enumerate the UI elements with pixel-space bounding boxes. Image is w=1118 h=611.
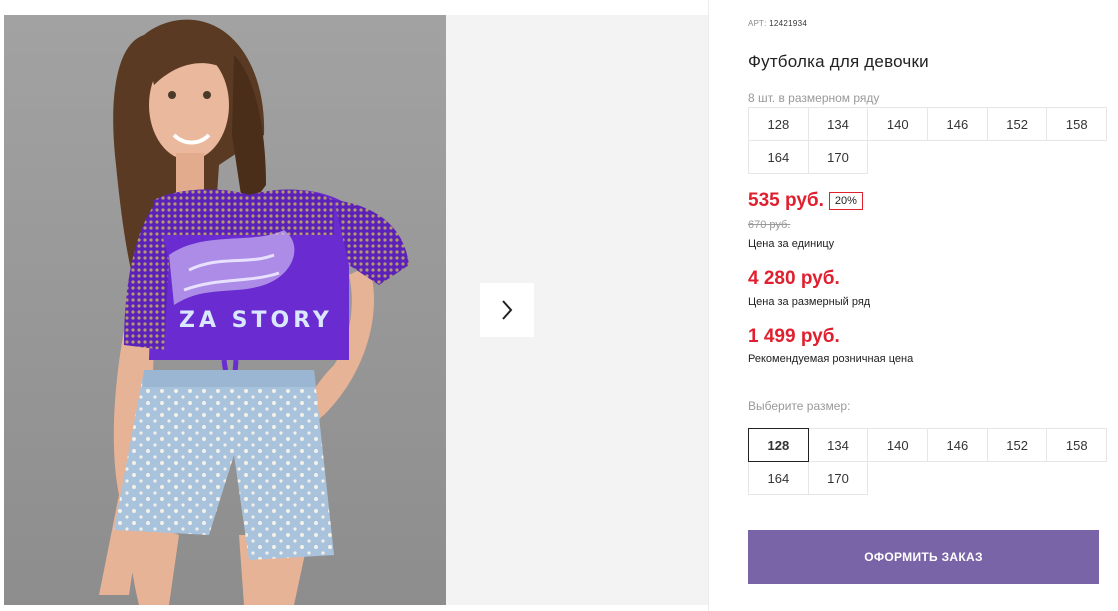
- pack-size-cell: 170: [807, 140, 869, 174]
- retail-price-label: Рекомендуемая розничная цена: [748, 353, 914, 365]
- pack-price-label: Цена за размерный ряд: [748, 296, 871, 308]
- pack-size-cell: 128: [748, 107, 809, 141]
- sku-value: 12421934: [769, 19, 808, 28]
- retail-price: 1 499 руб.: [748, 326, 840, 347]
- shirt-print-text: ZA STORY: [179, 308, 333, 333]
- size-option[interactable]: 158: [1046, 428, 1108, 462]
- chevron-right-icon: [502, 300, 513, 320]
- pack-price: 4 280 руб.: [748, 268, 840, 289]
- size-option[interactable]: 134: [807, 428, 869, 462]
- unit-price-label: Цена за единицу: [748, 238, 835, 250]
- pack-size-cell: 134: [807, 107, 869, 141]
- size-option[interactable]: 146: [927, 428, 988, 462]
- pack-size-cell: 140: [867, 107, 929, 141]
- unit-price-row: 535 руб. 20%: [748, 190, 863, 212]
- size-option[interactable]: 170: [807, 461, 869, 495]
- product-page: ZA STORY АРТ: 12421934 Футболка для дево…: [0, 0, 1118, 611]
- product-sku: АРТ: 12421934: [748, 19, 807, 28]
- product-photo[interactable]: ZA STORY: [4, 15, 446, 605]
- discount-badge: 20%: [828, 192, 863, 210]
- pack-size-cell: 152: [986, 107, 1048, 141]
- size-option-selected[interactable]: 128: [748, 428, 809, 462]
- pack-size-cell: 164: [748, 140, 809, 174]
- pack-size-cell: 146: [927, 107, 988, 141]
- old-price: 670 руб.: [748, 219, 791, 231]
- pack-sizes-grid: 128 134 140 146 152 158 164 170: [748, 107, 1108, 174]
- panel-divider: [708, 0, 709, 611]
- product-gallery: ZA STORY: [0, 0, 708, 611]
- size-option[interactable]: 164: [748, 461, 809, 495]
- choose-size-label: Выберите размер:: [748, 399, 851, 413]
- unit-price: 535 руб.: [748, 190, 824, 211]
- sku-prefix: АРТ:: [748, 19, 767, 28]
- pack-label: 8 шт. в размерном ряду: [748, 91, 880, 105]
- size-option[interactable]: 152: [986, 428, 1048, 462]
- product-title: Футболка для девочки: [748, 52, 929, 71]
- size-option[interactable]: 140: [867, 428, 929, 462]
- place-order-button[interactable]: ОФОРМИТЬ ЗАКАЗ: [748, 530, 1099, 584]
- size-selector: 128 134 140 146 152 158 164 170: [748, 428, 1108, 495]
- gallery-next-button[interactable]: [480, 283, 534, 337]
- product-photo-illustration: ZA STORY: [4, 15, 446, 605]
- pack-size-cell: 158: [1046, 107, 1108, 141]
